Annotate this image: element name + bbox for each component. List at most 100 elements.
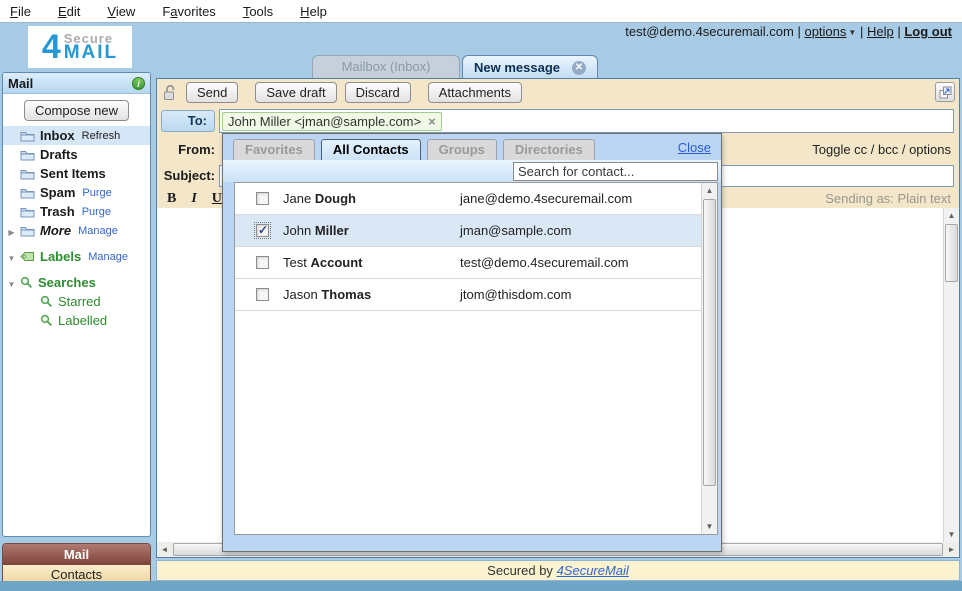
contact-checkbox[interactable] [256,288,269,301]
sidebar-item-labelled[interactable]: Labelled [3,311,150,330]
menu-file[interactable]: File [10,4,31,19]
contact-checkbox[interactable] [256,256,269,269]
labels-manage-link[interactable]: Manage [88,251,128,263]
options-link[interactable]: options [804,24,846,39]
sidebar-item-labels[interactable]: Labels Manage [3,247,150,266]
nav-mail-button[interactable]: Mail [3,544,150,565]
contact-first-name: John [283,223,311,238]
scroll-right-icon[interactable] [944,542,959,557]
account-email: test@demo.4securemail.com [625,24,794,39]
inbox-refresh-link[interactable]: Refresh [82,130,121,142]
collapse-icon[interactable] [3,249,20,264]
folder-icon [20,225,35,237]
contact-row[interactable]: John Miller jman@sample.com [235,215,701,247]
discard-button[interactable]: Discard [345,82,411,103]
menu-help[interactable]: Help [300,4,327,19]
contact-last-name: Dough [315,191,356,206]
body-vertical-scrollbar[interactable] [943,208,959,542]
sidebar-item-sent[interactable]: Sent Items [3,164,150,183]
sidebar-item-label: Inbox [40,128,75,143]
unlocked-padlock-icon [163,84,178,101]
contact-last-name: Account [310,255,362,270]
folder-icon [20,130,35,142]
popout-icon [939,86,952,99]
contact-row[interactable]: Jason Thomas jtom@thisdom.com [235,279,701,311]
app-logo: 4 Secure MAIL [28,26,132,68]
contact-row[interactable]: Test Account test@demo.4securemail.com [235,247,701,279]
sidebar-item-starred[interactable]: Starred [3,292,150,311]
contact-email: jman@sample.com [460,223,571,238]
menu-view[interactable]: View [107,4,135,19]
sidebar-item-spam[interactable]: Spam Purge [3,183,150,202]
scroll-left-icon[interactable] [157,542,172,557]
compose-new-button[interactable]: Compose new [24,100,129,121]
send-button[interactable]: Send [186,82,238,103]
contact-search-input[interactable] [513,162,718,181]
save-draft-button[interactable]: Save draft [255,82,336,103]
contact-email: test@demo.4securemail.com [460,255,629,270]
contact-list-scrollbar[interactable] [701,183,717,534]
scrollbar-thumb[interactable] [703,199,716,486]
subject-label: Subject: [157,168,219,183]
bold-button[interactable]: B [167,191,176,207]
contact-last-name: Miller [315,223,349,238]
tab-mailbox-inbox[interactable]: Mailbox (Inbox) [312,55,460,79]
contact-checkbox[interactable] [256,192,269,205]
tab-new-message-label: New message [474,57,560,79]
tab-close-icon[interactable] [572,61,586,75]
folder-icon [20,168,35,180]
scrollbar-thumb[interactable] [945,224,958,282]
collapse-icon[interactable] [3,275,20,290]
picker-close-link[interactable]: Close [678,140,711,155]
contact-row[interactable]: Jane Dough jane@demo.4securemail.com [235,183,701,215]
scroll-down-icon[interactable] [702,519,717,534]
scroll-up-icon[interactable] [702,183,717,198]
spam-purge-link[interactable]: Purge [82,187,111,199]
to-row: To: John Miller <jman@sample.com> [157,106,959,136]
sidebar-item-inbox[interactable]: Inbox Refresh [3,126,150,145]
scroll-up-icon[interactable] [944,208,959,223]
sidebar-item-searches[interactable]: Searches [3,273,150,292]
contact-email: jane@demo.4securemail.com [460,191,632,206]
tab-new-message[interactable]: New message [462,55,598,79]
contact-last-name: Thomas [321,287,371,302]
logo-4: 4 [42,30,61,64]
search-icon [20,276,33,289]
menu-tools[interactable]: Tools [243,4,273,19]
sidebar-item-label: Searches [38,275,96,290]
remove-recipient-icon[interactable] [428,114,436,129]
contact-checkbox[interactable] [256,224,269,237]
info-icon[interactable] [132,77,145,90]
help-link[interactable]: Help [867,24,894,39]
to-field[interactable]: John Miller <jman@sample.com> [219,109,954,133]
scroll-down-icon[interactable] [944,527,959,542]
picker-tab-groups[interactable]: Groups [427,139,497,160]
expand-icon[interactable] [3,223,20,238]
sidebar-item-trash[interactable]: Trash Purge [3,202,150,221]
from-label: From: [157,142,219,157]
bottom-strip [0,581,962,591]
sidebar-item-drafts[interactable]: Drafts [3,145,150,164]
italic-button[interactable]: I [191,191,196,207]
securemail-link[interactable]: 4SecureMail [557,563,629,578]
recipient-chip: John Miller <jman@sample.com> [222,112,442,131]
underline-button[interactable]: U [212,191,222,207]
picker-tab-all-contacts[interactable]: All Contacts [321,139,421,160]
more-manage-link[interactable]: Manage [78,225,118,237]
popout-window-button[interactable] [935,82,955,102]
picker-tabs: Favorites All Contacts Groups Directorie… [223,134,721,160]
picker-tab-favorites[interactable]: Favorites [233,139,315,160]
logout-link[interactable]: Log out [904,24,952,39]
to-button[interactable]: To: [161,110,215,132]
sidebar-header: Mail [3,73,150,94]
attachments-button[interactable]: Attachments [428,82,522,103]
menu-edit[interactable]: Edit [58,4,80,19]
account-bar: test@demo.4securemail.com | options | He… [625,24,952,39]
trash-purge-link[interactable]: Purge [82,206,111,218]
mail-sidebar: Mail Compose new Inbox Refresh Drafts Se… [2,72,151,537]
compose-toolbar: Send Save draft Discard Attachments [157,79,959,106]
contact-list: Jane Dough jane@demo.4securemail.com Joh… [234,182,718,535]
sidebar-item-more[interactable]: More Manage [3,221,150,240]
picker-tab-directories[interactable]: Directories [503,139,595,160]
menu-favorites[interactable]: Favorites [162,4,215,19]
